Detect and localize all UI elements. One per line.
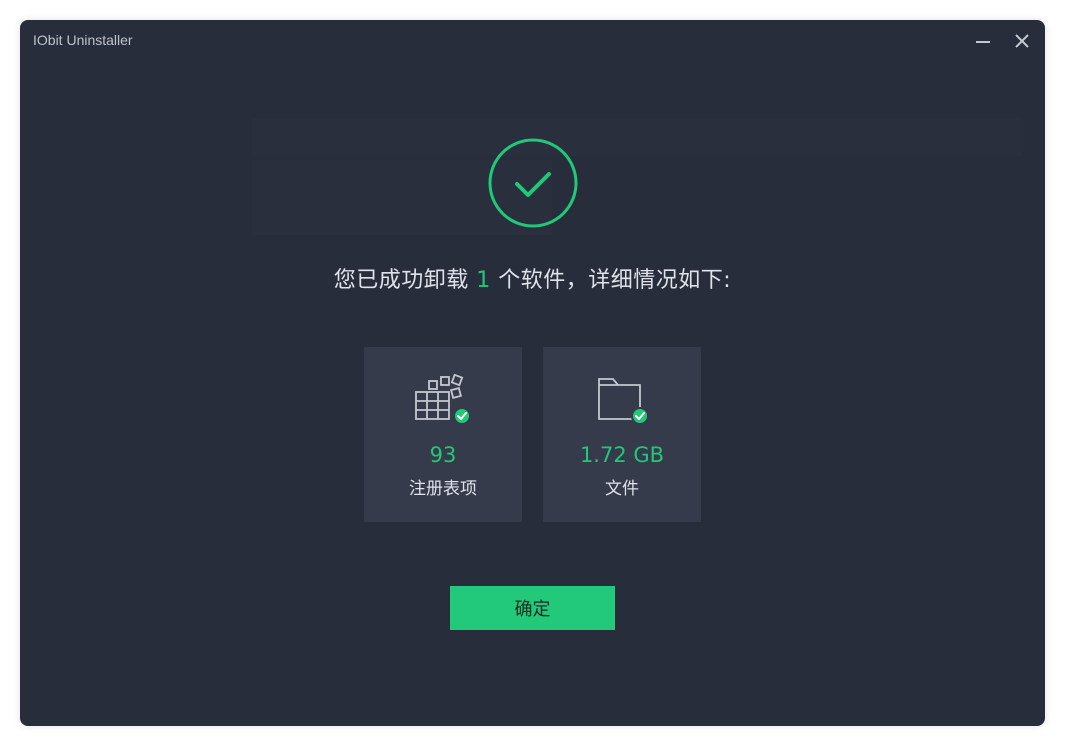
- files-card: 1.72 GB 文件: [543, 347, 701, 522]
- registry-card: 93 注册表项: [364, 347, 522, 522]
- headline-prefix: 您已成功卸载: [333, 268, 477, 293]
- close-icon: [1015, 34, 1029, 48]
- success-check-icon: [488, 138, 578, 228]
- confirm-button[interactable]: 确定: [450, 586, 615, 630]
- title-bar: IObit Uninstaller: [20, 20, 1045, 62]
- registry-icon: [415, 373, 471, 425]
- minimize-button[interactable]: [970, 28, 996, 54]
- registry-count: 93: [429, 443, 457, 467]
- folder-icon: [598, 378, 649, 425]
- result-headline: 您已成功卸载 1 个软件，详细情况如下:: [20, 262, 1045, 294]
- close-button[interactable]: [1009, 28, 1035, 54]
- uninstall-result-window: IObit Uninstaller 您已成功卸载 1 个软件，详细情况如下: 9…: [20, 20, 1045, 726]
- files-size: 1.72 GB: [579, 443, 665, 467]
- app-title: IObit Uninstaller: [33, 32, 133, 48]
- uninstalled-count: 1: [476, 268, 491, 293]
- minimize-icon: [976, 41, 990, 43]
- headline-suffix: 个软件，详细情况如下:: [490, 268, 732, 293]
- registry-label: 注册表项: [409, 479, 477, 499]
- background-panel: [252, 118, 1022, 156]
- files-label: 文件: [605, 479, 639, 499]
